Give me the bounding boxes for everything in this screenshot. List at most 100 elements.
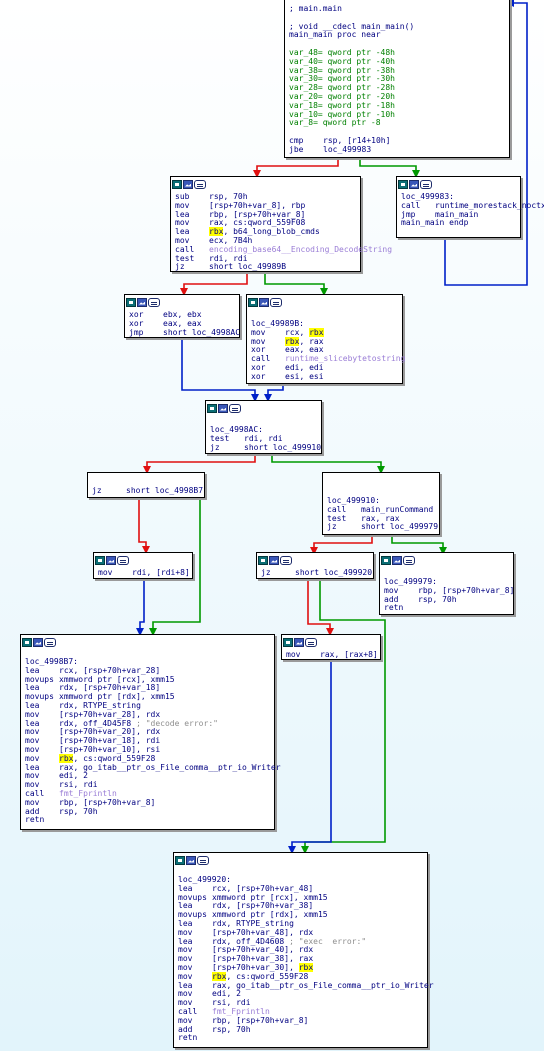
asm-line[interactable]: loc_49989B:	[251, 319, 398, 329]
asm-text: var_40= qword ptr -40h	[289, 56, 395, 66]
asm-line[interactable]: var_8= qword ptr -8	[289, 118, 505, 128]
block-loc-49989b[interactable]: loc_49989B: mov rcx, rbx mov rbx, rax xor eax,…	[246, 294, 405, 384]
asm-line[interactable]: retn	[384, 603, 509, 613]
asm-line[interactable]: jz short loc_499910	[210, 442, 321, 453]
graph-overview-icon[interactable]	[95, 555, 105, 565]
asm-line[interactable]: add rsp, 70h	[25, 807, 270, 817]
asm-line[interactable]: retn	[178, 1033, 423, 1043]
comment-icon[interactable]	[403, 555, 415, 565]
graph-overview-icon[interactable]	[258, 555, 268, 565]
asm-line[interactable]: call runtime_slicebytetostring	[251, 354, 405, 364]
block-code: loc_4998B7: lea rcx, [rsp+70h+var_28] movup…	[21, 648, 281, 827]
operands: rcx, rbx	[285, 327, 324, 337]
asm-line[interactable]: mov rdi, [rdi+8]	[98, 568, 190, 578]
block-label: loc_49989B:	[251, 319, 304, 328]
block-loc-499910[interactable]: loc_499910: call main_runCommand test rax, r…	[322, 472, 440, 535]
graph-overview-icon[interactable]	[381, 555, 391, 565]
block-label: loc_4998AC:	[210, 425, 263, 434]
asm-line[interactable]: add rsp, 70h	[178, 1025, 423, 1035]
asm-line[interactable]: mov rcx, rbx	[251, 327, 398, 338]
block-loc-499983[interactable]: loc_499983: call runtime_morestack_noctxt j…	[396, 176, 544, 238]
block-jz-499920[interactable]: jz short loc_499920	[256, 552, 374, 579]
mnemonic: jz	[210, 442, 220, 452]
comment-icon[interactable]	[194, 179, 206, 189]
chart-icon[interactable]	[392, 555, 402, 565]
asm-line[interactable]: lea rbx, b64_long_blob_cmds	[175, 227, 356, 237]
asm-line[interactable]: call encoding_base64__Encoding_DecodeStri…	[175, 245, 392, 255]
operands: rax, go_itab__ptr_os_File_comma__ptr_io_…	[59, 762, 281, 772]
block-code: mov rdi, [rdi+8]	[94, 566, 192, 580]
asm-text: var_8= qword ptr -8	[289, 118, 381, 128]
chart-icon[interactable]	[137, 297, 147, 307]
block-loc-499979[interactable]: loc_499979: mov rbp, [rsp+70h+var_8] add rsp…	[379, 552, 514, 615]
comment-icon[interactable]	[197, 855, 209, 865]
chart-icon[interactable]	[183, 179, 193, 189]
asm-line[interactable]: jz short loc_499979	[327, 522, 438, 532]
block-mov-rax[interactable]: mov rax, [rax+8]	[281, 634, 381, 660]
chart-icon[interactable]	[186, 855, 196, 865]
block-label: loc_499910:	[327, 496, 380, 505]
block-titlebar	[380, 553, 513, 566]
asm-line[interactable]: jz short loc_4998B7	[92, 486, 204, 496]
asm-line[interactable]: ; main.main	[289, 4, 505, 14]
graph-overview-icon[interactable]	[22, 637, 32, 647]
operands: rdi, rdi	[244, 433, 283, 443]
block-decode-base64[interactable]: sub rsp, 70h mov [rsp+70h+var_8], rbp lea rbp…	[170, 176, 392, 274]
chart-icon[interactable]	[259, 297, 269, 307]
operands: rbx, cs:qword_559F28	[212, 971, 309, 981]
asm-line[interactable]: cmp rsp, [r14+10h]	[289, 136, 505, 146]
graph-overview-icon[interactable]	[172, 179, 182, 189]
mnemonic: xor	[251, 371, 266, 381]
asm-line[interactable]: main_main proc near	[289, 30, 505, 40]
block-loc-499920[interactable]: loc_499920: lea rcx, [rsp+70h+var_48] movup…	[173, 852, 434, 1048]
block-code: sub rsp, 70h mov [rsp+70h+var_8], rbp lea rbp…	[171, 190, 392, 274]
operands: rdx, off_4D45F8	[59, 718, 132, 728]
block-loc-4998ac[interactable]: loc_4998AC: test rdi, rdi jz short loc_49991…	[205, 400, 322, 454]
chart-icon[interactable]	[218, 403, 228, 413]
asm-line[interactable]: xor esi, esi	[251, 371, 398, 382]
graph-overview-icon[interactable]	[207, 403, 217, 413]
edge-movrax-execerr	[288, 660, 332, 854]
asm-line[interactable]	[289, 128, 505, 137]
comment-icon[interactable]	[305, 637, 317, 647]
asm-line[interactable]: jz short loc_49989B	[175, 262, 356, 272]
comment-icon[interactable]	[44, 637, 56, 647]
asm-line[interactable]: jz short loc_499920	[261, 568, 373, 578]
chart-icon[interactable]	[294, 637, 304, 647]
comment-icon[interactable]	[229, 403, 241, 413]
comment-icon[interactable]	[117, 555, 129, 565]
block-loc-4998b7[interactable]: loc_4998B7: lea rcx, [rsp+70h+var_28] movup…	[20, 634, 281, 830]
block-mov-rdi[interactable]: mov rdi, [rdi+8]	[93, 552, 193, 579]
chart-icon[interactable]	[269, 555, 279, 565]
chart-icon[interactable]	[106, 555, 116, 565]
asm-line[interactable]: main_main endp	[401, 218, 516, 228]
asm-line[interactable]: retn	[25, 815, 270, 825]
block-code: loc_499983: call runtime_morestack_noctxt j…	[397, 190, 544, 230]
operands: rcx, [rsp+70h+var_48]	[212, 883, 314, 893]
comment-icon[interactable]	[420, 179, 432, 189]
asm-line[interactable]: mov rax, [rax+8]	[286, 650, 378, 660]
asm-line[interactable]: jbe loc_499983	[289, 145, 505, 155]
graph-overview-icon[interactable]	[126, 297, 136, 307]
asm-line[interactable]: mov rbx, rax	[251, 336, 398, 347]
asm-line[interactable]: xor edi, edi	[251, 363, 398, 373]
operands: runtime_morestack_noctxt	[435, 200, 544, 210]
operands: short loc_4998B7	[126, 486, 204, 495]
chart-icon[interactable]	[33, 637, 43, 647]
operands: [rsp+70h+var_8], rbp	[209, 200, 306, 210]
block-jz-4998b7[interactable]: jz short loc_4998B7	[87, 472, 205, 498]
chart-icon[interactable]	[409, 179, 419, 189]
asm-line[interactable]: jmp short loc_4998AC	[129, 328, 240, 338]
graph-overview-icon[interactable]	[398, 179, 408, 189]
block-main-main-entry[interactable]: ; main.main ; void __cdecl main_main() mai…	[284, 0, 510, 158]
operands: edi, 2	[212, 989, 241, 999]
comment-icon[interactable]	[280, 555, 292, 565]
comment-icon[interactable]	[270, 297, 282, 307]
operands: short loc_499920	[295, 568, 373, 577]
graph-overview-icon[interactable]	[248, 297, 258, 307]
graph-overview-icon[interactable]	[283, 637, 293, 647]
graph-overview-icon[interactable]	[175, 855, 185, 865]
block-xor-ebx[interactable]: xor ebx, ebx xor eax, eax jmp short loc_4998A…	[124, 294, 240, 338]
comment-icon[interactable]	[148, 297, 160, 307]
asm-text: var_30= qword ptr -30h	[289, 74, 395, 84]
